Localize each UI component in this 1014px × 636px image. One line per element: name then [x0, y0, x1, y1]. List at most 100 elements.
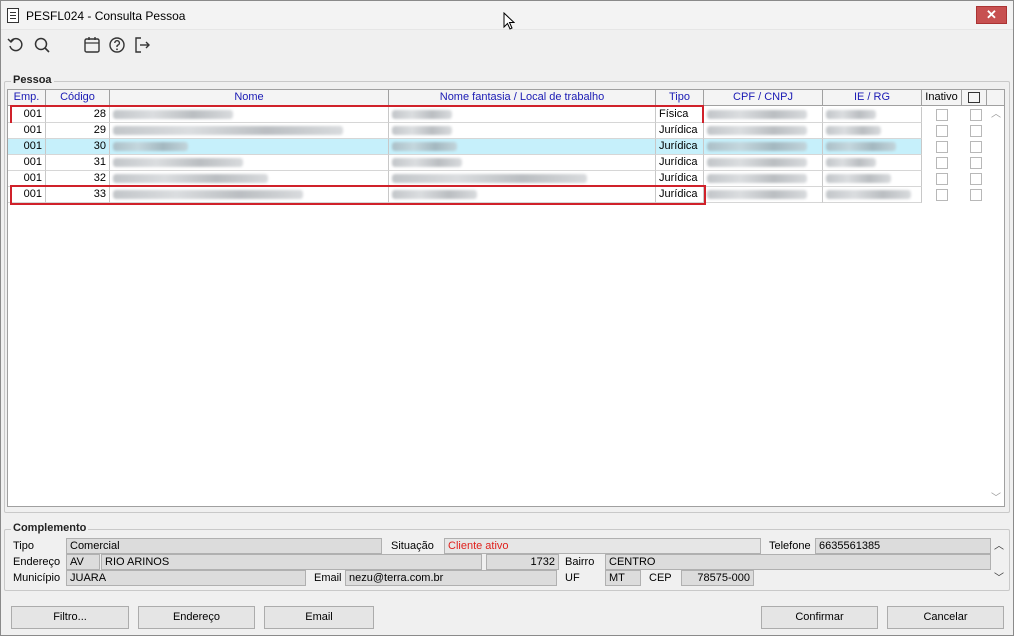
- cell-tipo: Jurídica: [656, 123, 704, 139]
- row-select-checkbox[interactable]: [970, 141, 982, 153]
- municipio-field: JUARA: [66, 570, 306, 586]
- redacted-text: [826, 174, 891, 183]
- cell-cpf-cnpj: [704, 107, 823, 123]
- refresh-icon[interactable]: [6, 35, 26, 55]
- endereco-logradouro-field: RIO ARINOS: [101, 554, 482, 570]
- column-header-cpf-cnpj[interactable]: CPF / CNPJ: [704, 90, 823, 106]
- inativo-checkbox[interactable]: [936, 109, 948, 121]
- redacted-text: [707, 174, 807, 183]
- row-select-checkbox[interactable]: [970, 173, 982, 185]
- row-select-checkbox[interactable]: [970, 157, 982, 169]
- cep-field: 78575-000: [681, 570, 754, 586]
- cell-nome-fantasia: [389, 155, 656, 171]
- search-icon[interactable]: [32, 35, 52, 55]
- cell-tipo: Jurídica: [656, 139, 704, 155]
- cell-ie-rg: [823, 171, 922, 187]
- cell-cpf-cnpj: [704, 139, 823, 155]
- filtro-button[interactable]: Filtro...: [11, 606, 129, 629]
- redacted-text: [826, 190, 911, 199]
- tipo-field: Comercial: [66, 538, 382, 554]
- cep-label: CEP: [649, 572, 672, 584]
- redacted-text: [392, 126, 452, 135]
- grid-scrollbar[interactable]: ︿ ﹀: [987, 106, 1004, 506]
- tipo-label: Tipo: [13, 540, 34, 552]
- table-row[interactable]: 001 29 Jurídica: [8, 123, 1004, 139]
- toolbar: [1, 31, 1013, 61]
- table-row[interactable]: 001 31 Jurídica: [8, 155, 1004, 171]
- select-all-checkbox[interactable]: [968, 92, 980, 103]
- table-row[interactable]: 001 30 Jurídica: [8, 139, 1004, 155]
- redacted-text: [113, 174, 268, 183]
- situacao-field: Cliente ativo: [444, 538, 761, 554]
- cell-emp: 001: [8, 139, 46, 155]
- inativo-checkbox[interactable]: [936, 141, 948, 153]
- close-button[interactable]: ✕: [976, 6, 1007, 24]
- exit-icon[interactable]: [132, 35, 152, 55]
- column-header-select-all[interactable]: [962, 90, 987, 106]
- inativo-checkbox[interactable]: [936, 125, 948, 137]
- redacted-text: [113, 142, 188, 151]
- scroll-down-icon[interactable]: ﹀: [991, 494, 1001, 504]
- redacted-text: [826, 110, 876, 119]
- inativo-checkbox[interactable]: [936, 157, 948, 169]
- help-icon[interactable]: [107, 35, 127, 55]
- column-header-ie-rg[interactable]: IE / RG: [823, 90, 922, 106]
- row-select-checkbox[interactable]: [970, 109, 982, 121]
- cell-nome: [110, 139, 389, 155]
- cell-emp: 001: [8, 123, 46, 139]
- pessoa-grid: Emp. Código Nome Nome fantasia / Local d…: [7, 89, 1005, 507]
- cell-codigo: 31: [46, 155, 110, 171]
- redacted-text: [826, 142, 896, 151]
- inativo-checkbox[interactable]: [936, 189, 948, 201]
- uf-label: UF: [565, 572, 580, 584]
- cell-codigo: 29: [46, 123, 110, 139]
- uf-field: MT: [605, 570, 641, 586]
- row-highlight-box: [10, 185, 706, 205]
- title-bar: PESFL024 - Consulta Pessoa ✕: [1, 1, 1013, 30]
- column-header-inativo[interactable]: Inativo: [922, 90, 962, 106]
- bairro-field: CENTRO: [605, 554, 991, 570]
- redacted-text: [826, 126, 881, 135]
- window-title: PESFL024 - Consulta Pessoa: [26, 9, 186, 23]
- redacted-text: [392, 142, 457, 151]
- redacted-text: [707, 110, 807, 119]
- row-select-checkbox[interactable]: [970, 189, 982, 201]
- confirmar-button[interactable]: Confirmar: [761, 606, 878, 629]
- column-header-tipo[interactable]: Tipo: [656, 90, 704, 106]
- column-header-nome-fantasia[interactable]: Nome fantasia / Local de trabalho: [389, 90, 656, 106]
- cell-cpf-cnpj: [704, 171, 823, 187]
- complemento-group-label: Complemento: [11, 522, 89, 534]
- column-header-emp[interactable]: Emp.: [8, 90, 46, 106]
- cell-nome-fantasia: [389, 123, 656, 139]
- cell-tipo: Jurídica: [656, 155, 704, 171]
- cell-ie-rg: [823, 139, 922, 155]
- column-header-codigo[interactable]: Código: [46, 90, 110, 106]
- row-select-checkbox[interactable]: [970, 125, 982, 137]
- cell-nome: [110, 155, 389, 171]
- redacted-text: [707, 126, 807, 135]
- document-icon: [7, 8, 19, 23]
- complemento-scroll-up-icon[interactable]: ︿: [994, 542, 1004, 552]
- scroll-up-icon[interactable]: ︿: [991, 110, 1001, 120]
- complemento-scroll-down-icon[interactable]: ﹀: [994, 574, 1004, 584]
- inativo-checkbox[interactable]: [936, 173, 948, 185]
- municipio-label: Município: [13, 572, 61, 584]
- column-header-nome[interactable]: Nome: [110, 90, 389, 106]
- mouse-cursor-icon: [503, 12, 515, 30]
- endereco-button[interactable]: Endereço: [138, 606, 255, 629]
- cell-codigo: 30: [46, 139, 110, 155]
- redacted-text: [113, 126, 343, 135]
- cancelar-button[interactable]: Cancelar: [887, 606, 1004, 629]
- redacted-text: [113, 158, 243, 167]
- calendar-icon[interactable]: [82, 35, 102, 55]
- cell-cpf-cnpj: [704, 155, 823, 171]
- pessoa-group-label: Pessoa: [11, 74, 54, 86]
- situacao-label: Situação: [391, 540, 434, 552]
- endereco-tipo-field: AV: [66, 554, 100, 570]
- telefone-field: 6635561385: [815, 538, 991, 554]
- email-button[interactable]: Email: [264, 606, 374, 629]
- cell-ie-rg: [823, 155, 922, 171]
- cell-emp: 001: [8, 155, 46, 171]
- redacted-text: [392, 174, 587, 183]
- cell-ie-rg: [823, 187, 922, 203]
